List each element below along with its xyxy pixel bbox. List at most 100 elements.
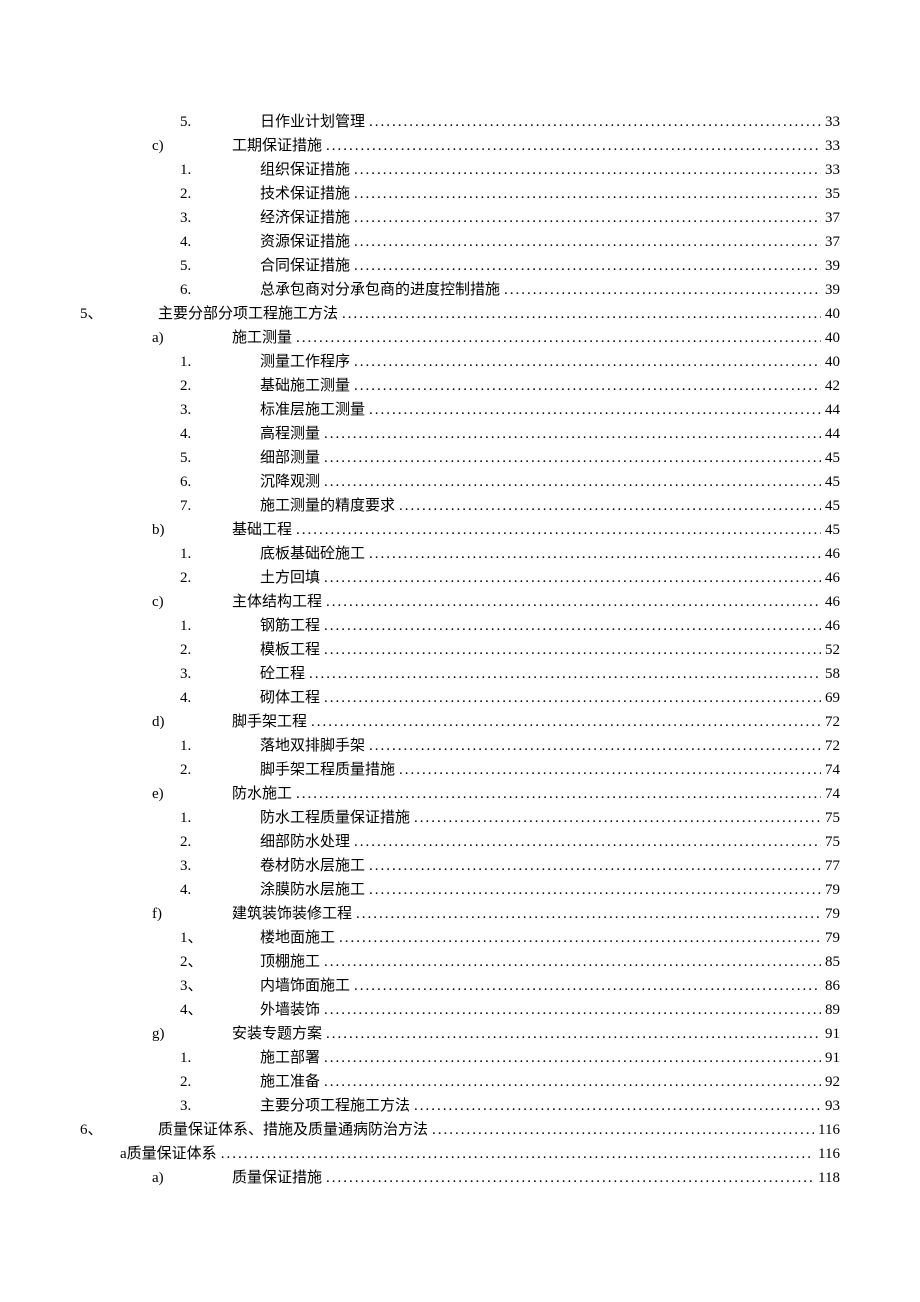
toc-page-number: 35	[825, 182, 840, 206]
toc-entry: 2.细部防水处理 75	[80, 830, 840, 854]
toc-entry: 2、顶棚施工85	[80, 950, 840, 974]
toc-entry: 6.总承包商对分承包商的进度控制措施39	[80, 278, 840, 302]
toc-entry: 6.沉降观测45	[80, 470, 840, 494]
toc-leader	[326, 1022, 821, 1046]
toc-page-number: 74	[825, 758, 840, 782]
toc-leader	[324, 422, 821, 446]
toc-marker: 1.	[180, 542, 260, 566]
toc-title: 测量工作程序	[260, 350, 350, 374]
toc-leader	[324, 614, 821, 638]
toc-title: 基础工程	[232, 518, 292, 542]
toc-title: 细部防水处理	[260, 830, 350, 854]
toc-page-number: 58	[825, 662, 840, 686]
toc-leader	[296, 782, 821, 806]
toc-leader	[342, 302, 821, 326]
toc-title: 模板工程	[260, 638, 320, 662]
toc-marker: 1.	[180, 614, 260, 638]
toc-entry: 5.日作业计划管理33	[80, 110, 840, 134]
toc-page: 5.日作业计划管理33c)工期保证措施331.组织保证措施332.技术保证措施3…	[0, 0, 920, 1250]
toc-page-number: 33	[825, 110, 840, 134]
toc-marker: g)	[152, 1022, 232, 1046]
toc-title: 砼工程	[260, 662, 305, 686]
toc-page-number: 52	[825, 638, 840, 662]
toc-page-number: 91	[825, 1046, 840, 1070]
toc-marker: 1.	[180, 734, 260, 758]
toc-marker: 2.	[180, 374, 260, 398]
toc-title: 主要分部分项工程施工方法	[158, 302, 338, 326]
toc-marker: 2.	[180, 1070, 260, 1094]
toc-page-number: 33	[825, 134, 840, 158]
toc-title: 钢筋工程	[260, 614, 320, 638]
toc-list: 5.日作业计划管理33c)工期保证措施331.组织保证措施332.技术保证措施3…	[80, 110, 840, 1190]
toc-entry: 3.卷材防水层施工77	[80, 854, 840, 878]
toc-title: 建筑装饰装修工程	[232, 902, 352, 926]
toc-marker: 1.	[180, 1046, 260, 1070]
toc-entry: 4.砌体工程69	[80, 686, 840, 710]
toc-leader	[369, 398, 821, 422]
toc-page-number: 86	[825, 974, 840, 998]
toc-entry: 1.钢筋工程46	[80, 614, 840, 638]
toc-page-number: 75	[825, 830, 840, 854]
toc-title: 内墙饰面施工	[260, 974, 350, 998]
toc-title: 土方回填	[260, 566, 320, 590]
toc-leader	[326, 590, 821, 614]
toc-leader	[324, 686, 821, 710]
toc-entry: a)施工测量40	[80, 326, 840, 350]
toc-page-number: 44	[825, 422, 840, 446]
toc-page-number: 89	[825, 998, 840, 1022]
toc-leader	[354, 254, 821, 278]
toc-leader	[354, 230, 821, 254]
toc-title: 工期保证措施	[232, 134, 322, 158]
toc-page-number: 116	[818, 1142, 840, 1166]
toc-page-number: 45	[825, 470, 840, 494]
toc-title: 技术保证措施	[260, 182, 350, 206]
toc-marker: c)	[152, 590, 232, 614]
toc-title: 主体结构工程	[232, 590, 322, 614]
toc-marker: 2.	[180, 830, 260, 854]
toc-page-number: 116	[818, 1118, 840, 1142]
toc-title: 主要分项工程施工方法	[260, 1094, 410, 1118]
toc-page-number: 93	[825, 1094, 840, 1118]
toc-entry: 3.经济保证措施37	[80, 206, 840, 230]
toc-marker: 1、	[180, 926, 260, 950]
toc-entry: 5.细部测量45	[80, 446, 840, 470]
toc-leader	[296, 326, 821, 350]
toc-entry: 3.主要分项工程施工方法 93	[80, 1094, 840, 1118]
toc-marker: 6.	[180, 278, 260, 302]
toc-title: 沉降观测	[260, 470, 320, 494]
toc-title: 细部测量	[260, 446, 320, 470]
toc-entry: 1.组织保证措施33	[80, 158, 840, 182]
toc-entry: f)建筑装饰装修工程79	[80, 902, 840, 926]
toc-leader	[311, 710, 821, 734]
toc-entry: e)防水施工74	[80, 782, 840, 806]
toc-title: 顶棚施工	[260, 950, 320, 974]
toc-title: 涂膜防水层施工	[260, 878, 365, 902]
toc-page-number: 72	[825, 734, 840, 758]
toc-entry: 7.施工测量的精度要求45	[80, 494, 840, 518]
toc-page-number: 69	[825, 686, 840, 710]
toc-title: 施工部署	[260, 1046, 320, 1070]
toc-marker: 1.	[180, 806, 260, 830]
toc-leader	[324, 566, 821, 590]
toc-leader	[324, 446, 821, 470]
toc-entry: 1.防水工程质量保证措施75	[80, 806, 840, 830]
toc-leader	[296, 518, 821, 542]
toc-page-number: 45	[825, 494, 840, 518]
toc-marker: 2.	[180, 638, 260, 662]
toc-title: 施工准备	[260, 1070, 320, 1094]
toc-title: 卷材防水层施工	[260, 854, 365, 878]
toc-entry: d)脚手架工程72	[80, 710, 840, 734]
toc-title: 合同保证措施	[260, 254, 350, 278]
toc-marker: d)	[152, 710, 232, 734]
toc-title: 总承包商对分承包商的进度控制措施	[260, 278, 500, 302]
toc-title: 外墙装饰	[260, 998, 320, 1022]
toc-leader	[414, 806, 821, 830]
toc-entry: 4.高程测量44	[80, 422, 840, 446]
toc-page-number: 45	[825, 518, 840, 542]
toc-marker: 3.	[180, 1094, 260, 1118]
toc-entry: 1.落地双排脚手架72	[80, 734, 840, 758]
toc-title: 高程测量	[260, 422, 320, 446]
toc-leader	[324, 1046, 821, 1070]
toc-page-number: 72	[825, 710, 840, 734]
toc-page-number: 40	[825, 350, 840, 374]
